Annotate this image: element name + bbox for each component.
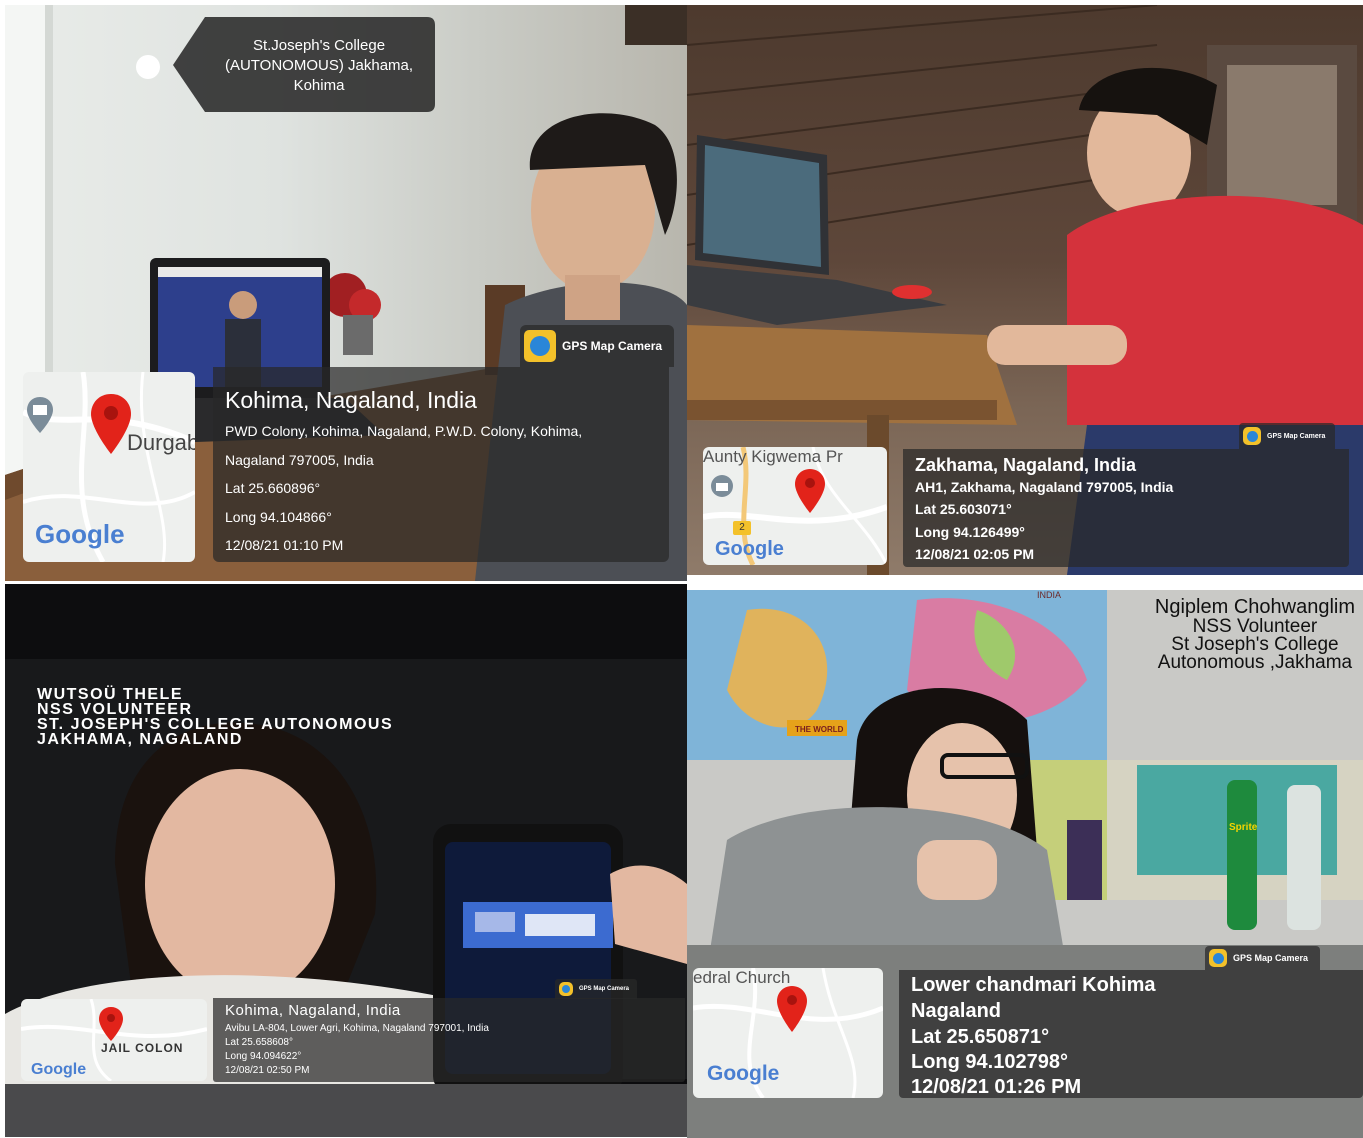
location-info-box: Lower chandmari Kohima Nagaland Lat 25.6… — [899, 970, 1363, 1098]
mini-map: JAIL COLON Google — [21, 999, 207, 1081]
location-title: Kohima, Nagaland, India — [225, 387, 477, 413]
temple-icon — [711, 475, 733, 497]
datetime: 12/08/21 01:10 PM — [225, 537, 344, 553]
callout-line-2: (AUTONOMOUS) Jakhama, — [224, 57, 414, 74]
gps-map-camera-badge: GPS Map Camera — [1205, 946, 1321, 970]
photo-tile-4: INDIA THE WORLD Sprite Ngiplem Chohwangl… — [687, 590, 1363, 1138]
mini-map: Aunty Kigwema Pr 2 Google — [703, 447, 887, 565]
map-label: edral Church — [693, 968, 791, 987]
location-info-box: Kohima, Nagaland, India PWD Colony, Kohi… — [213, 367, 669, 562]
gps-map-camera-badge: GPS Map Camera — [555, 979, 638, 999]
gps-camera-icon — [559, 982, 573, 996]
datetime: 12/08/21 02:50 PM — [225, 1065, 310, 1076]
caption-line-1: WUTSOÜ THELE — [37, 686, 183, 703]
address-line-1: Avibu LA-804, Lower Agri, Kohima, Nagala… — [225, 1023, 489, 1034]
gps-camera-icon — [1209, 949, 1227, 967]
caption-line-1: Ngiplem Chohwanglim — [1154, 596, 1355, 618]
caption-line-4: JAKHAMA, NAGALAND — [37, 731, 243, 748]
callout-line-1: St.Joseph's College — [252, 37, 386, 54]
address-line-2: Nagaland 797005, India — [225, 452, 374, 468]
gps-badge-label: GPS Map Camera — [1267, 432, 1326, 440]
mini-map: edral Church Google — [693, 968, 883, 1098]
location-title: Zakhama, Nagaland, India — [915, 455, 1137, 475]
location-info-box: Kohima, Nagaland, India Avibu LA-804, Lo… — [213, 998, 685, 1082]
latitude: Lat 25.660896° — [225, 480, 321, 496]
volunteer-caption: WUTSOÜ THELE NSS VOLUNTEER ST. JOSEPH'S … — [37, 686, 394, 748]
volunteer-caption: Ngiplem Chohwanglim NSS Volunteer St Jos… — [1154, 596, 1355, 673]
latitude: Lat 25.650871° — [911, 1026, 1050, 1048]
google-logo: Google — [35, 519, 125, 549]
caption-line-3: ST. JOSEPH'S COLLEGE AUTONOMOUS — [37, 716, 394, 733]
google-logo: Google — [715, 538, 784, 560]
address-line-1: AH1, Zakhama, Nagaland 797005, India — [915, 479, 1174, 495]
longitude: Long 94.094622° — [225, 1051, 302, 1062]
gps-camera-icon — [1243, 427, 1261, 445]
callout-line-3: Kohima — [293, 77, 345, 94]
map-pin-icon — [777, 986, 807, 1032]
gps-map-camera-badge: GPS Map Camera — [1239, 423, 1336, 449]
latitude: Lat 25.603071° — [915, 501, 1012, 517]
gps-badge-label: GPS Map Camera — [579, 986, 630, 992]
location-dot — [136, 55, 160, 79]
datetime: 12/08/21 02:05 PM — [915, 546, 1035, 562]
gps-camera-icon — [524, 330, 556, 362]
bottle-label: Sprite — [1229, 822, 1258, 833]
map-pin-icon — [91, 394, 131, 454]
longitude: Long 94.104866° — [225, 509, 332, 525]
gps-badge-label: GPS Map Camera — [1233, 953, 1309, 963]
map-poster-country: INDIA — [1037, 590, 1061, 600]
google-logo: Google — [31, 1061, 87, 1078]
place-callout: St.Joseph's College (AUTONOMOUS) Jakhama… — [173, 17, 435, 112]
map-label: Durgab — [127, 430, 195, 455]
gps-map-camera-badge: GPS Map Camera — [520, 325, 675, 367]
location-info-box: Zakhama, Nagaland, India AH1, Zakhama, N… — [903, 449, 1349, 567]
longitude: Long 94.126499° — [915, 524, 1025, 540]
datetime: 12/08/21 01:26 PM — [911, 1076, 1082, 1098]
google-logo: Google — [707, 1062, 780, 1085]
location-title: Kohima, Nagaland, India — [225, 1002, 401, 1019]
mini-map: Durgab Google — [23, 372, 195, 562]
longitude: Long 94.102798° — [911, 1051, 1068, 1073]
caption-line-2: NSS VOLUNTEER — [37, 701, 193, 718]
map-label: JAIL COLON — [101, 1041, 184, 1055]
map-pin-icon — [795, 469, 825, 513]
address-line-1: Nagaland — [911, 1000, 1002, 1022]
photo-tile-1: St.Joseph's College (AUTONOMOUS) Jakhama… — [5, 5, 687, 581]
map-pin-icon — [99, 1007, 123, 1041]
latitude: Lat 25.658608° — [225, 1037, 293, 1048]
map-label: Aunty Kigwema Pr — [703, 447, 843, 466]
photo-tile-3: WUTSOÜ THELE NSS VOLUNTEER ST. JOSEPH'S … — [5, 584, 687, 1137]
photo-tile-2: GPS Map Camera Aunty Kigwema Pr 2 Google… — [687, 5, 1363, 575]
map-poster-banner: THE WORLD — [795, 725, 844, 734]
gps-badge-label: GPS Map Camera — [562, 339, 663, 353]
address-line-1: PWD Colony, Kohima, Nagaland, P.W.D. Col… — [225, 423, 583, 439]
location-title: Lower chandmari Kohima — [911, 974, 1156, 996]
caption-line-4: Autonomous ,Jakhama — [1157, 652, 1353, 673]
museum-icon — [27, 397, 53, 433]
road-number-badge: 2 — [733, 521, 751, 535]
